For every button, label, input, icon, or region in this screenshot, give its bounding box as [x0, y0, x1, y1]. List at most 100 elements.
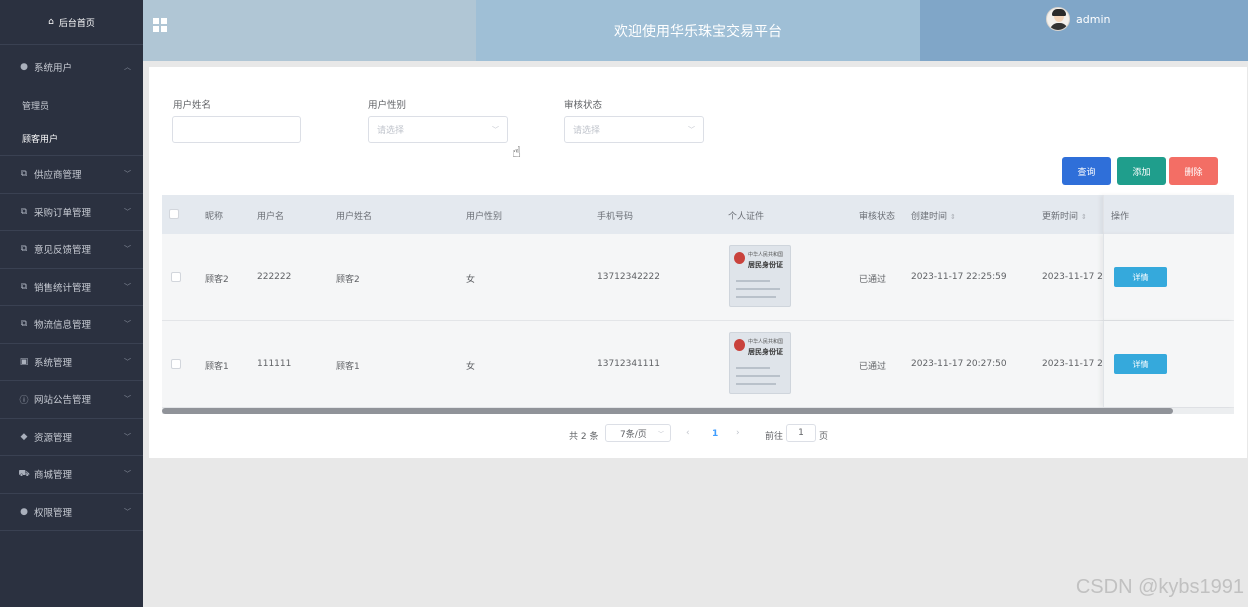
chevron-down-icon: ﹀: [124, 170, 131, 179]
add-button[interactable]: 添加: [1117, 157, 1166, 185]
cell-gender: 女: [466, 275, 476, 285]
cell-username: 222222: [257, 272, 292, 282]
username-label[interactable]: admin: [1076, 13, 1110, 26]
filter-status-label: 审核状态: [564, 100, 603, 111]
home-icon: ⌂: [48, 17, 54, 27]
chevron-down-icon: ﹀: [124, 507, 131, 516]
sidebar-item-feedback[interactable]: ⧉ 意见反馈管理 ﹀: [0, 231, 143, 269]
sidebar-item-label: 物流信息管理: [34, 320, 92, 332]
chevron-down-icon: ﹀: [124, 282, 131, 291]
sidebar-item-sales-stats[interactable]: ⧉ 销售统计管理 ﹀: [0, 269, 143, 306]
sidebar-subitem-label: 管理员: [22, 102, 50, 112]
column-header-updated[interactable]: 更新时间 ⇕: [1042, 209, 1087, 222]
share-icon: ⧉: [20, 206, 28, 217]
column-header-gender: 用户性别: [466, 212, 503, 222]
column-header-phone: 手机号码: [597, 212, 634, 222]
sort-icon[interactable]: ⇕: [1081, 213, 1087, 221]
sidebar-item-label: 权限管理: [34, 507, 73, 519]
delete-button[interactable]: 删除: [1169, 157, 1218, 185]
watermark: CSDN @kybs1991: [1075, 576, 1244, 598]
sidebar-item-purchase-orders[interactable]: ⧉ 采购订单管理 ﹀: [0, 194, 143, 231]
sidebar-home-link[interactable]: ⌂ 后台首页: [0, 0, 143, 45]
main-panel: 用户姓名 用户性别 请选择 ﹀ 审核状态 请选择 ﹀ ☝ 查询 添加 删除 昵称…: [149, 67, 1247, 458]
cell-updated: 2023-11-17 20:: [1042, 359, 1112, 369]
chevron-down-icon: ﹀: [124, 395, 131, 404]
share-icon: ⧉: [20, 169, 28, 180]
chevron-down-icon: ﹀: [124, 432, 131, 441]
top-header: 欢迎使用华乐珠宝交易平台 admin: [143, 0, 1248, 61]
chevron-down-icon: ﹀: [124, 357, 131, 366]
page-size-value: 7条/页: [620, 429, 647, 440]
filter-status-select[interactable]: 请选择 ﹀: [564, 116, 704, 143]
search-button[interactable]: 查询: [1062, 157, 1111, 185]
table-horizontal-scrollbar[interactable]: [162, 408, 1234, 414]
info-icon: ⓘ: [19, 395, 29, 406]
filter-name-input[interactable]: [172, 116, 301, 143]
goto-page-input[interactable]: 1: [786, 424, 816, 442]
id-card-image[interactable]: 中华人民共和国 居民身份证: [729, 332, 791, 394]
column-header-updated-label: 更新时间: [1042, 212, 1079, 222]
cell-username: 111111: [257, 359, 292, 369]
sidebar-item-label: 网站公告管理: [34, 395, 92, 407]
user-icon: ●: [20, 506, 28, 517]
column-header-username: 用户名: [257, 212, 285, 222]
header-right: admin: [920, 0, 1248, 61]
id-card-line: [736, 375, 780, 377]
header-title: 欢迎使用华乐珠宝交易平台: [476, 0, 920, 61]
share-icon: ⧉: [20, 319, 28, 330]
sidebar-item-permissions[interactable]: ● 权限管理 ﹀: [0, 494, 143, 531]
detail-button[interactable]: 详情: [1114, 354, 1167, 374]
menu-toggle-icon[interactable]: [153, 18, 167, 32]
sort-icon[interactable]: ⇕: [950, 213, 956, 221]
cell-realname: 顾客1: [336, 362, 360, 372]
id-card-title-small: 中华人民共和国: [748, 252, 784, 258]
row-checkbox[interactable]: [171, 359, 181, 369]
sidebar-item-system-management[interactable]: ▣ 系统管理 ﹀: [0, 344, 143, 381]
sidebar-home-label: 后台首页: [58, 18, 95, 29]
next-page-icon[interactable]: ›: [736, 428, 740, 438]
sidebar-item-label: 系统管理: [34, 357, 73, 369]
detail-button[interactable]: 详情: [1114, 267, 1167, 287]
pagination: 共 2 条 7条/页 ﹀ ‹ 1 › 前往 1 页: [149, 424, 1247, 444]
sidebar-item-label: 供应商管理: [34, 170, 82, 182]
id-card-title-small: 中华人民共和国: [748, 339, 784, 345]
cell-updated: 2023-11-17 22:: [1042, 272, 1112, 282]
cart-icon: ⛟: [18, 468, 30, 479]
sidebar-item-shop[interactable]: ⛟ 商城管理 ﹀: [0, 456, 143, 494]
column-header-status: 审核状态: [859, 212, 896, 222]
location-icon: ◆: [20, 431, 28, 442]
page-number-current[interactable]: 1: [712, 429, 718, 439]
sidebar-item-resources[interactable]: ◆ 资源管理 ﹀: [0, 419, 143, 456]
goto-label: 前往: [765, 432, 784, 442]
avatar[interactable]: [1046, 7, 1070, 31]
filter-name-label: 用户姓名: [173, 100, 212, 111]
sidebar-subitem-customers[interactable]: 顾客用户: [0, 122, 143, 155]
sidebar-item-system-users[interactable]: ● 系统用户 ︿: [0, 45, 143, 89]
id-card-title: 居民身份证: [748, 261, 783, 269]
sidebar-item-announcements[interactable]: ⓘ 网站公告管理 ﹀: [0, 381, 143, 419]
fixed-column-header: 操作: [1103, 195, 1234, 234]
id-card-image[interactable]: 中华人民共和国 居民身份证: [729, 245, 791, 307]
cell-nickname: 顾客1: [205, 362, 229, 372]
scrollbar-thumb[interactable]: [162, 408, 1173, 414]
column-header-created[interactable]: 创建时间 ⇕: [911, 209, 956, 222]
chevron-down-icon: ﹀: [124, 245, 131, 254]
fixed-column-cell: 详情: [1103, 234, 1234, 320]
column-header-id-document: 个人证件: [728, 212, 765, 222]
row-checkbox[interactable]: [171, 272, 181, 282]
sidebar-item-suppliers[interactable]: ⧉ 供应商管理 ﹀: [0, 156, 143, 194]
sidebar-item-label: 系统用户: [34, 63, 73, 74]
sidebar-item-logistics[interactable]: ⧉ 物流信息管理 ﹀: [0, 306, 143, 344]
id-card-line: [736, 383, 776, 385]
filter-gender-label: 用户性别: [368, 100, 407, 111]
select-all-checkbox[interactable]: [169, 209, 179, 219]
prev-page-icon[interactable]: ‹: [686, 428, 690, 438]
page-size-select[interactable]: 7条/页 ﹀: [605, 424, 671, 442]
chevron-up-icon: ︿: [124, 63, 131, 71]
column-header-actions: 操作: [1111, 212, 1130, 222]
user-icon: ●: [20, 62, 28, 72]
cell-status: 已通过: [859, 275, 887, 285]
sidebar-subitem-admins[interactable]: 管理员: [0, 89, 143, 122]
filter-gender-select[interactable]: 请选择 ﹀: [368, 116, 508, 143]
chevron-down-icon: ﹀: [124, 207, 131, 216]
